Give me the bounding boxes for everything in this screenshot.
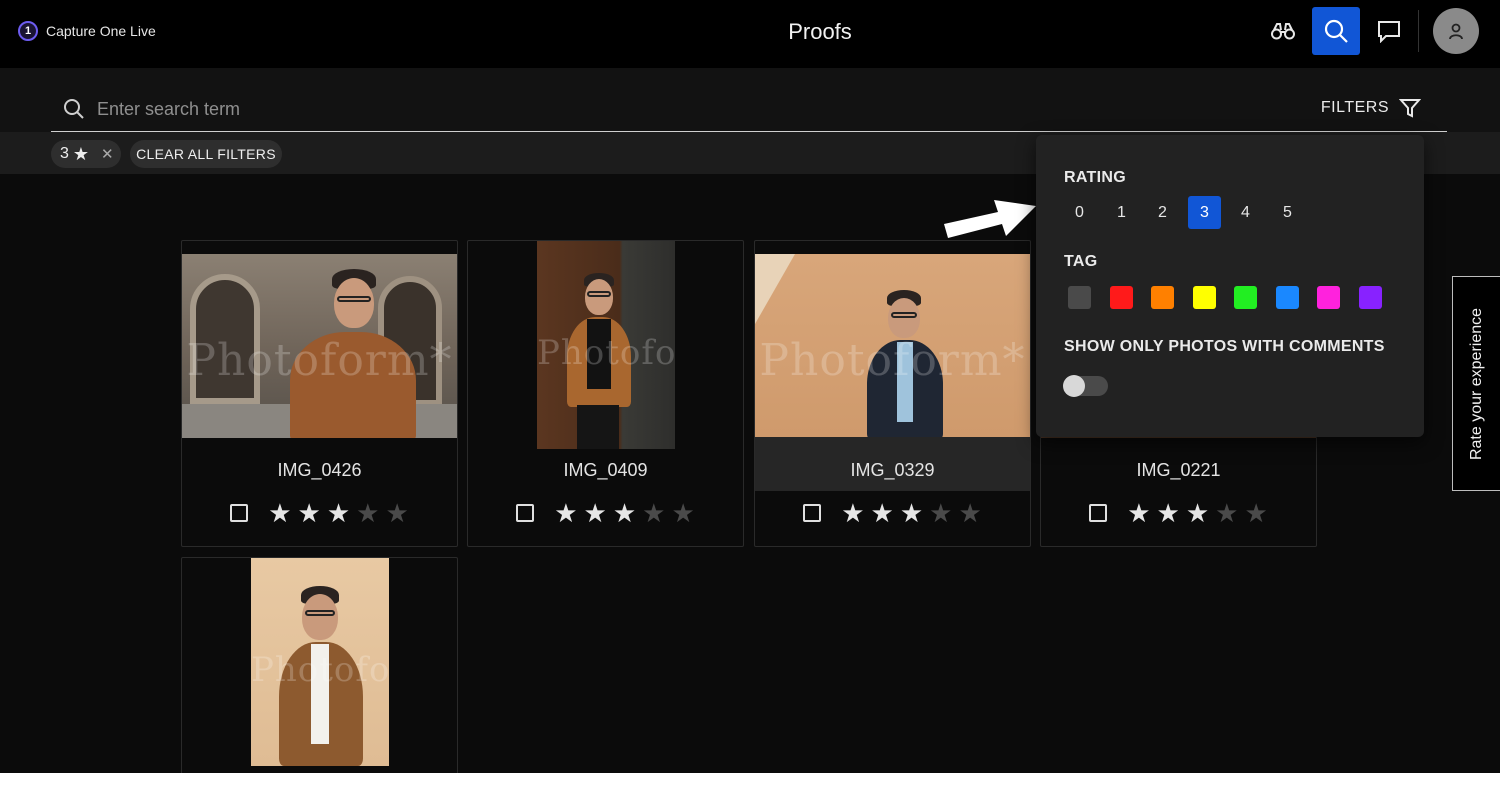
binoculars-icon — [1271, 23, 1295, 40]
clear-all-filters-button[interactable]: CLEAR ALL FILTERS — [130, 140, 282, 168]
photo-card[interactable]: Photoform* — [181, 557, 458, 773]
star-icon[interactable]: ★ — [554, 500, 577, 526]
rating-option-2[interactable]: 2 — [1146, 196, 1179, 229]
photo-controls: ★ ★ ★ ★ ★ — [755, 500, 1030, 526]
filters-label: FILTERS — [1320, 99, 1389, 116]
star-icon[interactable]: ★ — [298, 500, 321, 526]
filter-funnel-icon — [1399, 99, 1421, 118]
photo-card[interactable]: Photoform* IMG_0426 ★ ★ ★ ★ ★ — [181, 240, 458, 547]
photo-thumbnail[interactable]: Photoform* — [755, 254, 1030, 438]
user-icon — [1449, 23, 1463, 40]
star-icon[interactable]: ★ — [929, 500, 952, 526]
select-checkbox[interactable] — [516, 504, 535, 522]
star-icon[interactable]: ★ — [268, 500, 291, 526]
comment-icon — [1378, 21, 1400, 43]
app-window: 1 Capture One Live Proofs Enter search t… — [0, 0, 1500, 773]
tag-yellow-swatch[interactable] — [1193, 286, 1216, 309]
star-icon[interactable]: ★ — [900, 500, 923, 526]
pointer-arrow-icon — [944, 200, 1036, 238]
filters-button[interactable]: FILTERS — [1321, 97, 1421, 119]
rating-option-0[interactable]: 0 — [1063, 196, 1096, 229]
star-icon[interactable]: ★ — [385, 500, 408, 526]
search-bar: FILTERS — [51, 88, 1447, 132]
search-input[interactable] — [97, 96, 997, 122]
select-checkbox[interactable] — [1089, 504, 1108, 522]
star-icon[interactable]: ★ — [1127, 500, 1150, 526]
star-icon[interactable]: ★ — [958, 500, 981, 526]
rate-experience-tab[interactable]: Rate your experience — [1452, 276, 1500, 491]
star-icon[interactable]: ★ — [841, 500, 864, 526]
star-icon[interactable]: ★ — [1157, 500, 1180, 526]
star-icon[interactable]: ★ — [671, 500, 694, 526]
tag-red-swatch[interactable] — [1110, 286, 1133, 309]
tag-label: TAG — [1064, 253, 1098, 270]
watermark: Photoform* — [537, 332, 675, 373]
rating-option-3[interactable]: 3 — [1188, 196, 1221, 229]
rating-option-5[interactable]: 5 — [1271, 196, 1304, 229]
photo-thumbnail[interactable]: Photoform* — [251, 558, 389, 766]
photo-card[interactable]: Photoform* IMG_0329 ★ ★ ★ ★ ★ — [754, 240, 1031, 547]
tag-orange-swatch[interactable] — [1151, 286, 1174, 309]
rating-option-1[interactable]: 1 — [1105, 196, 1138, 229]
rating-option-4[interactable]: 4 — [1229, 196, 1262, 229]
star-icon[interactable]: ★ — [642, 500, 665, 526]
photo-filename: IMG_0221 — [1136, 460, 1221, 480]
star-icon[interactable]: ★ — [327, 500, 350, 526]
search-icon — [1324, 19, 1348, 43]
photo-card[interactable]: Photoform* IMG_0409 ★ ★ ★ ★ ★ — [467, 240, 744, 547]
photo-thumbnail[interactable]: Photoform* — [537, 241, 675, 449]
star-icon: ★ — [72, 143, 90, 164]
photo-controls: ★ ★ ★ ★ ★ — [468, 500, 743, 526]
watermark: Photoform* — [186, 334, 453, 386]
rating-filter-chip[interactable]: 3 ★ ✕ — [51, 140, 121, 168]
toolbar-divider — [1418, 10, 1419, 52]
star-icon[interactable]: ★ — [1186, 500, 1209, 526]
star-icon[interactable]: ★ — [613, 500, 636, 526]
tag-none-swatch[interactable] — [1068, 286, 1091, 309]
user-avatar-button[interactable] — [1433, 8, 1479, 54]
photo-filename: IMG_0409 — [563, 460, 648, 480]
star-icon[interactable]: ★ — [1244, 500, 1267, 526]
rating-label: RATING — [1064, 169, 1126, 186]
comments-only-label: SHOW ONLY PHOTOS WITH COMMENTS — [1064, 338, 1385, 355]
rating-chip-value: 3 — [60, 145, 69, 162]
tag-green-swatch[interactable] — [1234, 286, 1257, 309]
select-checkbox[interactable] — [803, 504, 822, 522]
star-icon[interactable]: ★ — [871, 500, 894, 526]
star-icon[interactable]: ★ — [584, 500, 607, 526]
search-toggle-button[interactable] — [1312, 7, 1360, 55]
star-icon[interactable]: ★ — [356, 500, 379, 526]
tag-purple-swatch[interactable] — [1359, 286, 1382, 309]
select-checkbox[interactable] — [230, 504, 249, 522]
toggle-knob — [1063, 375, 1085, 397]
tag-pink-swatch[interactable] — [1317, 286, 1340, 309]
photo-controls: ★ ★ ★ ★ ★ — [182, 500, 457, 526]
remove-chip-icon[interactable]: ✕ — [101, 145, 114, 163]
comments-only-toggle[interactable] — [1063, 375, 1108, 397]
filter-dropdown: RATING 0 1 2 3 4 5 TAG SHOW ONLY PHOTOS … — [1036, 135, 1424, 437]
photo-filename: IMG_0329 — [850, 460, 935, 480]
photo-thumbnail[interactable]: Photoform* — [182, 254, 457, 438]
search-icon — [64, 99, 84, 119]
tag-blue-swatch[interactable] — [1276, 286, 1299, 309]
photo-controls: ★ ★ ★ ★ ★ — [1041, 500, 1316, 526]
watermark: Photoform* — [251, 649, 389, 690]
top-bar: 1 Capture One Live Proofs — [0, 0, 1500, 68]
star-icon[interactable]: ★ — [1215, 500, 1238, 526]
comments-button[interactable] — [1365, 7, 1413, 55]
watermark: Photoform* — [759, 334, 1026, 386]
photo-filename: IMG_0426 — [277, 460, 362, 480]
binoculars-button[interactable] — [1259, 7, 1307, 55]
rate-experience-label: Rate your experience — [1468, 307, 1485, 461]
